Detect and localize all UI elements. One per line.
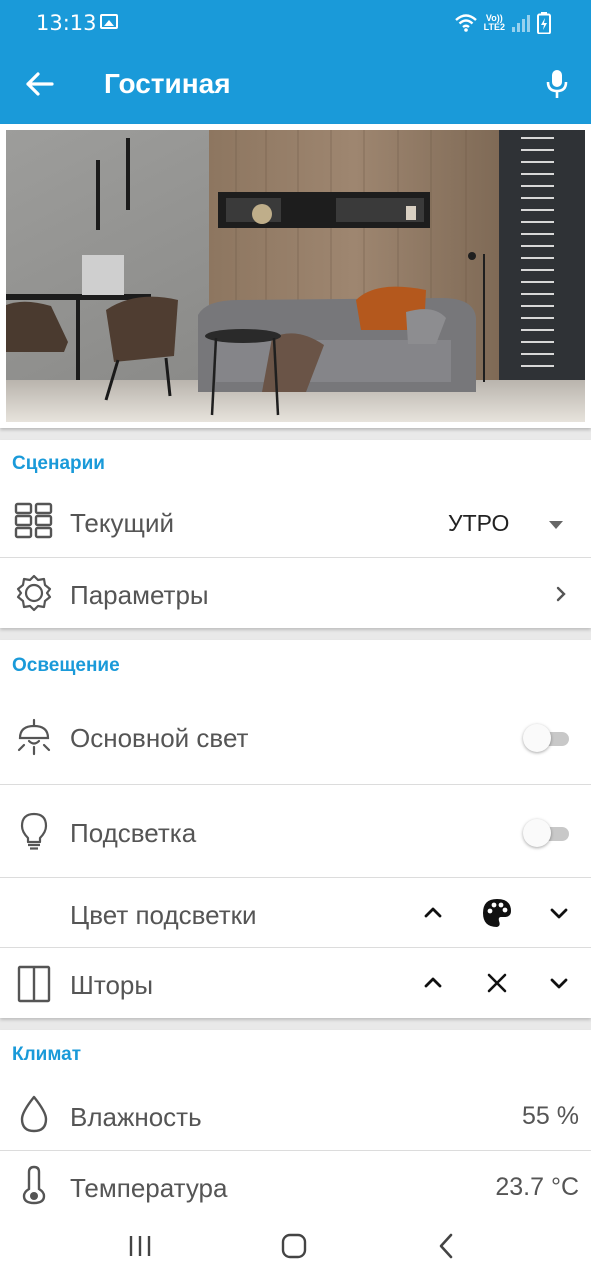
lighting-card: Освещение Основной свет Подсветка Цвет п… xyxy=(0,640,591,1018)
battery-charging-icon xyxy=(537,12,551,34)
chevron-down-icon[interactable] xyxy=(541,895,577,931)
curtains-icon xyxy=(17,965,51,1003)
signal-icon xyxy=(512,15,530,32)
wifi-icon xyxy=(454,14,477,32)
main-light-toggle[interactable] xyxy=(523,724,569,752)
room-photo-card xyxy=(0,124,591,428)
backlight-row: Подсветка xyxy=(0,784,591,877)
humidity-value: 55 % xyxy=(522,1102,579,1130)
lighting-section-title: Освещение xyxy=(12,655,120,676)
climate-section-title: Климат xyxy=(12,1044,82,1065)
palette-icon[interactable] xyxy=(479,895,515,931)
chevron-right-icon[interactable] xyxy=(556,586,566,602)
main-light-toggle-thumb xyxy=(523,724,551,752)
microphone-icon[interactable] xyxy=(545,68,569,100)
curtains-row: Шторы xyxy=(0,947,591,1018)
status-bar: 13:13 Vo)) LTE2 xyxy=(0,0,591,44)
network-lte-label: LTE2 xyxy=(483,22,505,32)
room-photo xyxy=(6,130,585,422)
current-scenario-value[interactable]: УТРО xyxy=(448,510,509,537)
backlight-color-row: Цвет подсветки xyxy=(0,877,591,947)
curtains-open-chevron-up-icon[interactable] xyxy=(415,965,451,1001)
status-system-icons: Vo)) LTE2 xyxy=(454,12,551,34)
backlight-toggle[interactable] xyxy=(523,819,569,847)
dropdown-arrow-icon[interactable] xyxy=(549,521,563,529)
scenarios-section-title: Сценарии xyxy=(12,453,105,474)
thermometer-icon xyxy=(22,1165,46,1205)
chevron-up-icon[interactable] xyxy=(415,895,451,931)
water-drop-icon xyxy=(20,1095,48,1133)
system-back-icon[interactable] xyxy=(434,1232,462,1260)
scenarios-card: Сценарии Текущий УТРО Параметры xyxy=(0,440,591,628)
curtains-close-chevron-down-icon[interactable] xyxy=(541,965,577,1001)
humidity-label: Влажность xyxy=(70,1102,202,1132)
network-type: Vo)) LTE2 xyxy=(484,14,505,32)
humidity-row: Влажность 55 % xyxy=(0,1078,591,1150)
temperature-label: Температура xyxy=(70,1173,228,1203)
light-bulb-icon xyxy=(20,812,48,850)
scenario-params-label: Параметры xyxy=(70,580,209,610)
temperature-row: Температура 23.7 °C xyxy=(0,1150,591,1212)
recent-apps-icon[interactable] xyxy=(126,1232,154,1260)
climate-card: Климат Влажность 55 % Температура 23.7 °… xyxy=(0,1030,591,1212)
image-icon xyxy=(100,14,118,29)
backlight-toggle-thumb xyxy=(523,819,551,847)
app-bar: Гостиная xyxy=(0,44,591,124)
current-scenario-row[interactable]: Текущий УТРО xyxy=(0,486,591,557)
main-light-row: Основной свет xyxy=(0,690,591,784)
page-title: Гостиная xyxy=(104,68,231,99)
status-time: 13:13 xyxy=(36,11,97,35)
current-scenario-label: Текущий xyxy=(70,508,174,538)
home-icon[interactable] xyxy=(280,1232,308,1260)
curtains-label: Шторы xyxy=(70,970,154,1000)
ceiling-lamp-icon xyxy=(17,718,51,756)
temperature-value: 23.7 °C xyxy=(495,1173,579,1201)
scenario-params-row[interactable]: Параметры xyxy=(0,557,591,628)
close-x-icon[interactable] xyxy=(479,965,515,1001)
back-arrow-icon[interactable] xyxy=(24,70,56,98)
backlight-label: Подсветка xyxy=(70,818,197,848)
grid-icon xyxy=(14,502,53,539)
system-nav-bar xyxy=(0,1212,591,1280)
backlight-color-label: Цвет подсветки xyxy=(70,900,257,930)
settings-gear-icon xyxy=(16,574,52,612)
main-light-label: Основной свет xyxy=(70,723,249,753)
